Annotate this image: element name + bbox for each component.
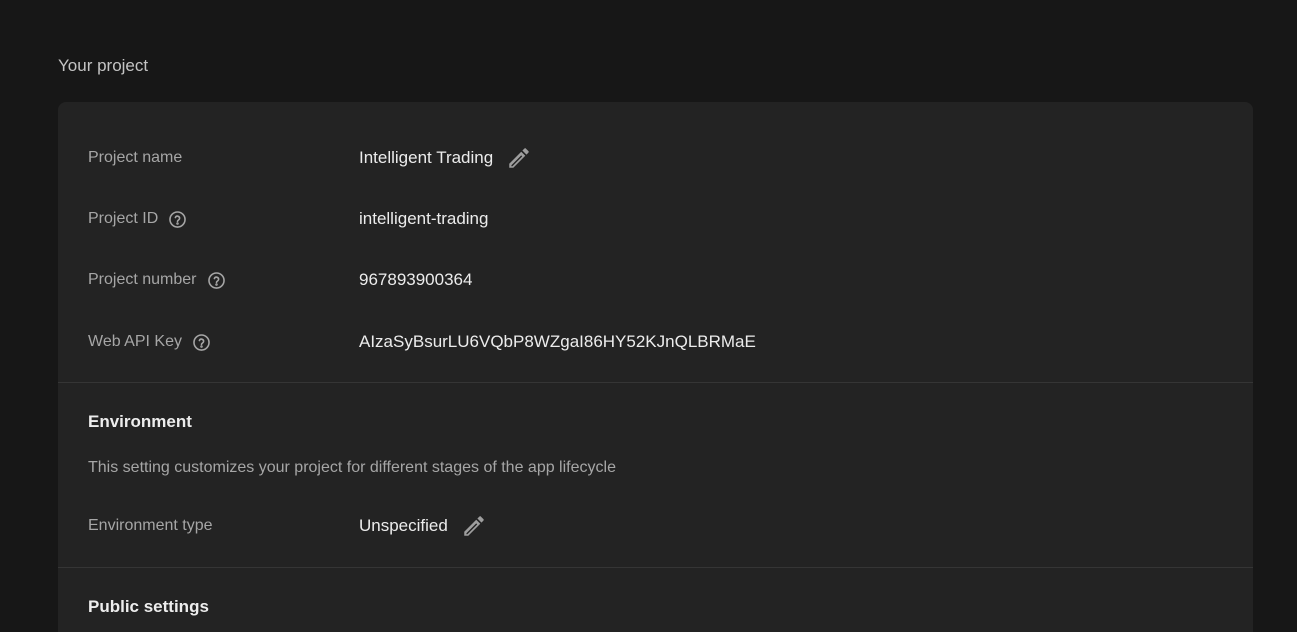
web-api-key-label-text: Web API Key bbox=[88, 333, 182, 350]
project-id-label-text: Project ID bbox=[88, 210, 159, 227]
pencil-icon[interactable] bbox=[505, 144, 533, 172]
project-card: Project name Intelligent Trading Project… bbox=[58, 102, 1253, 632]
environment-type-row: Environment type Unspecified bbox=[88, 514, 1223, 538]
project-name-value-container: Intelligent Trading bbox=[359, 144, 533, 172]
project-number-row: Project number 967893900364 bbox=[88, 268, 1223, 292]
help-circle-icon[interactable] bbox=[168, 210, 187, 229]
help-circle-icon[interactable] bbox=[192, 333, 211, 352]
environment-heading: Environment bbox=[88, 412, 192, 431]
web-api-key-row: Web API Key AIzaSyBsurLU6VQbP8WZgaI86HY5… bbox=[88, 330, 1223, 354]
web-api-key-label: Web API Key bbox=[88, 333, 359, 352]
public-settings-heading: Public settings bbox=[88, 597, 209, 616]
environment-type-label: Environment type bbox=[88, 517, 359, 535]
environment-type-value-container: Unspecified bbox=[359, 512, 488, 540]
project-name-label: Project name bbox=[88, 149, 359, 167]
divider bbox=[58, 567, 1253, 568]
help-circle-icon[interactable] bbox=[207, 271, 226, 290]
divider bbox=[58, 382, 1253, 383]
web-api-key-value[interactable]: AIzaSyBsurLU6VQbP8WZgaI86HY52KJnQLBRMaE bbox=[359, 332, 756, 352]
pencil-icon[interactable] bbox=[460, 512, 488, 540]
environment-type-label-text: Environment type bbox=[88, 517, 213, 534]
project-name-label-text: Project name bbox=[88, 149, 183, 166]
environment-type-value: Unspecified bbox=[359, 516, 448, 535]
project-id-value: intelligent-trading bbox=[359, 209, 489, 228]
project-id-label: Project ID bbox=[88, 210, 359, 229]
project-number-label: Project number bbox=[88, 271, 359, 290]
project-name-row: Project name Intelligent Trading bbox=[88, 146, 1223, 170]
section-title: Your project bbox=[58, 56, 149, 75]
project-number-value: 967893900364 bbox=[359, 270, 473, 289]
project-name-value: Intelligent Trading bbox=[359, 148, 494, 167]
project-number-label-text: Project number bbox=[88, 271, 197, 288]
project-settings-page: Your project Project name Intelligent Tr… bbox=[0, 0, 1297, 632]
project-id-row: Project ID intelligent-trading bbox=[88, 207, 1223, 231]
environment-description: This setting customizes your project for… bbox=[88, 459, 616, 476]
